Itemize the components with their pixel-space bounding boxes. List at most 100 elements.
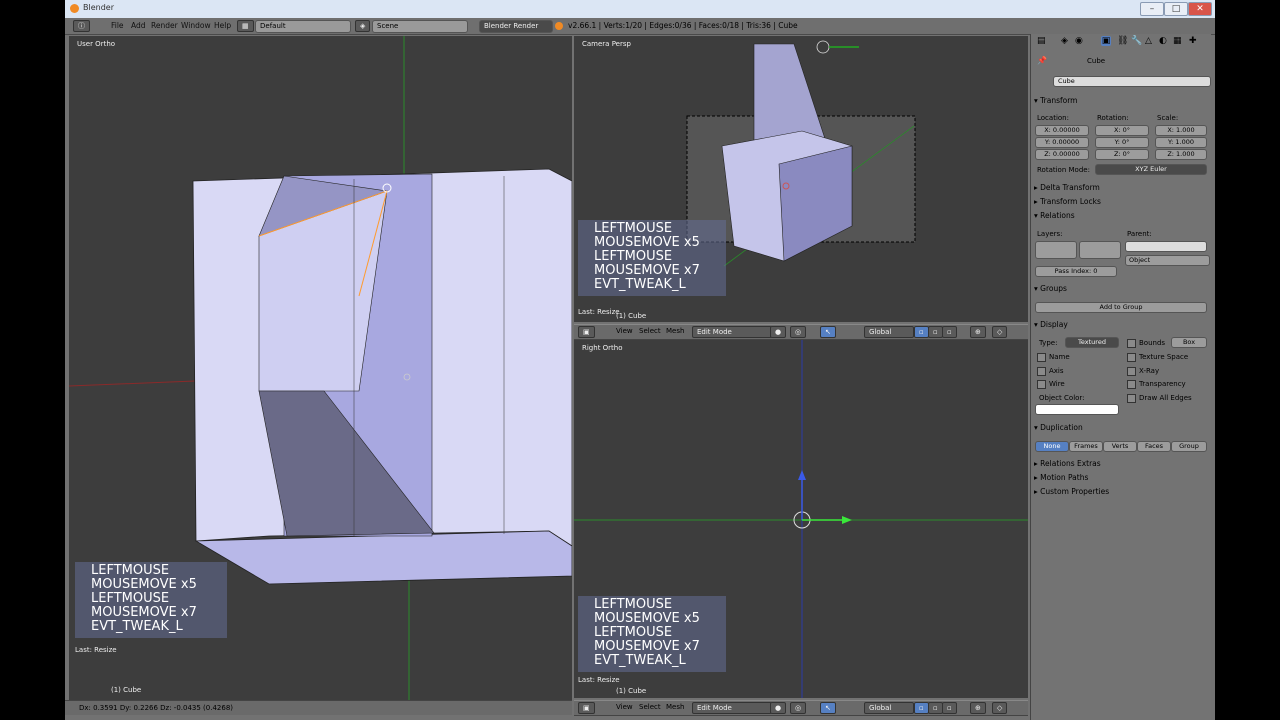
display-type-select[interactable]: Textured xyxy=(1065,337,1119,348)
manipulator-button[interactable]: ↖ xyxy=(820,326,836,338)
object-tab-icon[interactable]: ▣ xyxy=(1101,36,1111,46)
menu-view[interactable]: View xyxy=(616,703,633,711)
layers-grid-a[interactable] xyxy=(1035,241,1077,259)
orientation-select[interactable]: Global xyxy=(864,326,914,338)
bounds-type-select[interactable]: Box xyxy=(1171,337,1207,348)
edge-select-button[interactable]: ▫ xyxy=(928,326,943,338)
texture-tab-icon[interactable]: ▦ xyxy=(1173,36,1182,46)
parent-field[interactable] xyxy=(1125,241,1207,252)
layout-field[interactable]: Default xyxy=(255,20,351,33)
close-button[interactable]: ✕ xyxy=(1188,2,1212,16)
vertex-select-button[interactable]: ▫ xyxy=(914,326,929,338)
scale-y[interactable]: Y: 1.000 xyxy=(1155,137,1207,148)
scene-field[interactable]: Scene xyxy=(372,20,468,33)
snap-target-button[interactable]: ◇ xyxy=(992,702,1008,714)
menu-select[interactable]: Select xyxy=(639,327,661,335)
bounds-checkbox[interactable] xyxy=(1127,339,1136,348)
editor-type-icon[interactable]: ▣ xyxy=(578,326,595,338)
minimize-button[interactable]: – xyxy=(1140,2,1164,16)
shading-button[interactable]: ● xyxy=(770,702,787,714)
object-name-field[interactable]: Cube xyxy=(1053,76,1211,87)
duplication-group[interactable]: Group xyxy=(1171,441,1207,452)
viewport-camera-persp[interactable]: Camera Persp LEFTMOUSE MOUSEMOVE x5 LEFT… xyxy=(574,36,1028,322)
duplication-frames[interactable]: Frames xyxy=(1069,441,1103,452)
world-tab-icon[interactable]: ◉ xyxy=(1075,36,1083,46)
scene-tab-icon[interactable]: ◈ xyxy=(1061,36,1068,46)
menu-mesh[interactable]: Mesh xyxy=(666,327,684,335)
rotation-mode-select[interactable]: XYZ Euler xyxy=(1095,164,1207,175)
transform-section[interactable]: ▾ Transform xyxy=(1034,96,1206,105)
snap-button[interactable]: ⊕ xyxy=(970,326,986,338)
layers-grid-b[interactable] xyxy=(1079,241,1121,259)
shading-button[interactable]: ● xyxy=(770,326,787,338)
transform-locks-section[interactable]: ▸ Transform Locks xyxy=(1034,197,1206,206)
render-engine-select[interactable]: Blender Render xyxy=(479,20,553,33)
constraints-tab-icon[interactable]: ⛓ xyxy=(1117,36,1128,46)
orientation-select[interactable]: Global xyxy=(864,702,914,714)
viewport-right-ortho[interactable]: Right Ortho LEFTMOUSE MOUSEMOVE x5 LEFTM… xyxy=(574,340,1028,698)
material-tab-icon[interactable]: ◐ xyxy=(1159,36,1167,46)
viewport-user-ortho[interactable]: User Ortho LEFTMOUSE MOUSEMOVE x5 LEFTMO… xyxy=(69,36,572,700)
duplication-verts[interactable]: Verts xyxy=(1103,441,1137,452)
snap-target-button[interactable]: ◇ xyxy=(992,326,1008,338)
last-operator: Last: Resize xyxy=(75,646,117,654)
data-tab-icon[interactable]: △ xyxy=(1145,36,1152,46)
axis-checkbox[interactable] xyxy=(1037,367,1046,376)
menu-mesh[interactable]: Mesh xyxy=(666,703,684,711)
wire-checkbox[interactable] xyxy=(1037,380,1046,389)
menu-window[interactable]: Window xyxy=(181,21,211,30)
physics-tab-icon[interactable]: ✚ xyxy=(1189,36,1197,46)
duplication-section[interactable]: ▾ Duplication xyxy=(1034,423,1206,432)
face-select-button[interactable]: ▫ xyxy=(942,326,957,338)
menu-file[interactable]: File xyxy=(111,21,124,30)
snap-button[interactable]: ⊕ xyxy=(970,702,986,714)
scene-icon[interactable]: ◈ xyxy=(355,20,371,32)
relations-extras-section[interactable]: ▸ Relations Extras xyxy=(1034,459,1206,468)
custom-properties-section[interactable]: ▸ Custom Properties xyxy=(1034,487,1206,496)
screen-layout-icon[interactable]: ▦ xyxy=(237,20,254,32)
menu-help[interactable]: Help xyxy=(214,21,231,30)
editor-type-icon[interactable]: ▣ xyxy=(578,702,595,714)
menu-select[interactable]: Select xyxy=(639,703,661,711)
location-z[interactable]: Z: 0.00000 xyxy=(1035,149,1089,160)
manipulator-button[interactable]: ↖ xyxy=(820,702,836,714)
location-x[interactable]: X: 0.00000 xyxy=(1035,125,1089,136)
rotation-z[interactable]: Z: 0° xyxy=(1095,149,1149,160)
display-section[interactable]: ▾ Display xyxy=(1034,320,1206,329)
maximize-button[interactable]: □ xyxy=(1164,2,1188,16)
relations-section[interactable]: ▾ Relations xyxy=(1034,211,1206,220)
draw-all-edges-checkbox[interactable] xyxy=(1127,394,1136,403)
xray-checkbox[interactable] xyxy=(1127,367,1136,376)
add-to-group-button[interactable]: Add to Group xyxy=(1035,302,1207,313)
scale-z[interactable]: Z: 1.000 xyxy=(1155,149,1207,160)
face-select-button[interactable]: ▫ xyxy=(942,702,957,714)
pin-icon[interactable]: 📌 xyxy=(1037,56,1047,65)
motion-paths-section[interactable]: ▸ Motion Paths xyxy=(1034,473,1206,482)
editor-type-icon[interactable]: ⓘ xyxy=(73,20,90,32)
menu-add[interactable]: Add xyxy=(131,21,146,30)
edge-select-button[interactable]: ▫ xyxy=(928,702,943,714)
mode-select[interactable]: Edit Mode xyxy=(692,702,772,714)
mode-select[interactable]: Edit Mode xyxy=(692,326,772,338)
location-y[interactable]: Y: 0.00000 xyxy=(1035,137,1089,148)
pass-index-field[interactable]: Pass Index: 0 xyxy=(1035,266,1117,277)
texture-space-checkbox[interactable] xyxy=(1127,353,1136,362)
menu-render[interactable]: Render xyxy=(151,21,178,30)
name-checkbox[interactable] xyxy=(1037,353,1046,362)
render-tab-icon[interactable]: ▤ xyxy=(1037,36,1046,46)
menu-view[interactable]: View xyxy=(616,327,633,335)
scale-x[interactable]: X: 1.000 xyxy=(1155,125,1207,136)
groups-section[interactable]: ▾ Groups xyxy=(1034,284,1206,293)
duplication-none[interactable]: None xyxy=(1035,441,1069,452)
modifiers-tab-icon[interactable]: 🔧 xyxy=(1131,36,1142,46)
rotation-y[interactable]: Y: 0° xyxy=(1095,137,1149,148)
pivot-button[interactable]: ◎ xyxy=(790,702,807,714)
parent-type-select[interactable]: Object xyxy=(1125,255,1210,266)
object-color-swatch[interactable] xyxy=(1035,404,1119,415)
transparency-checkbox[interactable] xyxy=(1127,380,1136,389)
rotation-x[interactable]: X: 0° xyxy=(1095,125,1149,136)
vertex-select-button[interactable]: ▫ xyxy=(914,702,929,714)
delta-transform-section[interactable]: ▸ Delta Transform xyxy=(1034,183,1206,192)
pivot-button[interactable]: ◎ xyxy=(790,326,807,338)
duplication-faces[interactable]: Faces xyxy=(1137,441,1171,452)
